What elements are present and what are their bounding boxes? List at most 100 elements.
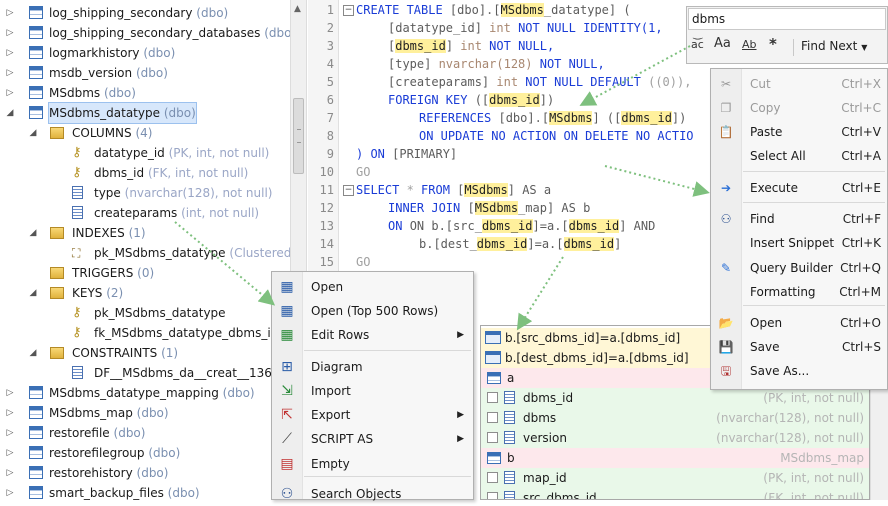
tree-item-label: fk_MSdbms_datatype_dbms_id	[94, 323, 278, 343]
line-number: 12	[319, 201, 334, 215]
tree-item-detail: (dbo)	[148, 446, 181, 460]
collapse-arrow-icon[interactable]: ◢	[28, 223, 38, 243]
line-number: 5	[326, 75, 334, 89]
menu-item-execute[interactable]: ➔ Execute Ctrl+E	[711, 176, 887, 200]
expand-arrow-icon[interactable]: ▷	[5, 63, 15, 83]
menu-item-query-builder[interactable]: ✎ Query Builder Ctrl+Q	[711, 256, 887, 280]
menu-item-shortcut: Ctrl+O	[840, 316, 881, 330]
table-alias: a	[507, 371, 515, 385]
column-checkbox[interactable]	[487, 432, 498, 443]
collapse-arrow-icon[interactable]: ◢	[28, 283, 38, 303]
join-table-header[interactable]: b MSdbms_map	[481, 448, 869, 468]
table-menu-open[interactable]: ▦ Open	[272, 275, 473, 299]
tree-item-label: pk_MSdbms_datatype	[94, 303, 226, 323]
tree-item-name: logmarkhistory	[49, 46, 140, 60]
column-checkbox[interactable]	[487, 392, 498, 403]
expand-arrow-icon[interactable]: ▷	[5, 463, 15, 483]
match-accents-icon[interactable]: a͝c	[691, 38, 704, 51]
find-next-button[interactable]: Find Next ▼	[801, 39, 867, 53]
menu-item-label: Formatting	[750, 285, 816, 299]
expand-arrow-icon[interactable]: ▷	[5, 83, 15, 103]
execute-icon: ➔	[720, 181, 732, 195]
line-number: 1	[326, 3, 334, 17]
menu-item-save-as[interactable]: 🖫 Save As...	[711, 359, 887, 383]
tree-item-label: MSdbms (dbo)	[49, 83, 136, 103]
expand-arrow-icon[interactable]: ▷	[5, 403, 15, 423]
code-line-15: GO	[356, 255, 371, 269]
table-icon	[29, 26, 43, 39]
whole-word-icon[interactable]: Ab	[742, 38, 757, 51]
menu-item-find[interactable]: ⚇ Find Ctrl+F	[711, 207, 887, 231]
find-input[interactable]: dbms	[688, 8, 886, 30]
collapse-arrow-icon[interactable]: ◢	[5, 103, 15, 123]
line-number: 3	[326, 39, 334, 53]
fold-toggle-icon[interactable]: −	[343, 5, 354, 16]
join-column-row[interactable]: dbms_id (PK, int, not null)	[481, 388, 869, 408]
fold-toggle-icon[interactable]: −	[343, 185, 354, 196]
tree-item-detail: (Clustered)	[229, 246, 290, 260]
menu-item-open[interactable]: 📂 Open Ctrl+O	[711, 311, 887, 335]
find-toolbar-divider	[793, 39, 794, 56]
line-number: 8	[326, 129, 334, 143]
expand-arrow-icon[interactable]: ▷	[5, 43, 15, 63]
find-panel: dbms a͝c Aa Ab * Find Next ▼	[686, 6, 888, 64]
regex-icon[interactable]: *	[769, 35, 777, 53]
menu-item-label: Edit Rows	[311, 328, 370, 342]
table-menu-diagram[interactable]: ⊞ Diagram	[272, 355, 473, 379]
tree-item-detail: (dbo)	[163, 106, 196, 120]
menu-item-label: Copy	[750, 101, 781, 115]
collapse-arrow-icon[interactable]: ◢	[28, 343, 38, 363]
menu-item-label: Save As...	[750, 364, 810, 378]
menu-item-label: Execute	[750, 181, 798, 195]
table-menu-script-as[interactable]: ⟋ SCRIPT AS ▶	[272, 427, 473, 451]
tree-item-detail: (dbo)	[196, 6, 229, 20]
tree-item-detail: (1)	[161, 346, 179, 360]
table-icon	[29, 106, 43, 119]
menu-item-insert-snippet[interactable]: Insert Snippet Ctrl+K	[711, 231, 887, 255]
menu-item-formatting[interactable]: Formatting Ctrl+M	[711, 280, 887, 304]
key-icon: ⚷	[72, 165, 82, 180]
column-checkbox[interactable]	[487, 492, 498, 499]
expand-arrow-icon[interactable]: ▷	[5, 443, 15, 463]
join-column-row[interactable]: map_id (PK, int, not null)	[481, 468, 869, 488]
empty-table-icon: ▤	[280, 456, 294, 472]
code-line-10: GO	[356, 165, 371, 179]
tree-item-label: TRIGGERS (0)	[72, 263, 154, 283]
join-column-row[interactable]: dbms (nvarchar(128), not null)	[481, 408, 869, 428]
expand-arrow-icon[interactable]: ▷	[5, 383, 15, 403]
tree-item-label: restorefilegroup (dbo)	[49, 443, 180, 463]
scrollbar-thumb[interactable]	[293, 98, 304, 174]
collapse-arrow-icon[interactable]: ◢	[28, 123, 38, 143]
column-checkbox[interactable]	[487, 412, 498, 423]
table-menu-empty[interactable]: ▤ Empty	[272, 452, 473, 476]
join-column-row[interactable]: version (nvarchar(128), not null)	[481, 428, 869, 448]
tree-item-label: logmarkhistory (dbo)	[49, 43, 175, 63]
menu-item-select-all[interactable]: Select All Ctrl+A	[711, 144, 887, 168]
tree-item-name: TRIGGERS	[72, 266, 134, 280]
scroll-up-icon[interactable]: ▲	[294, 4, 301, 14]
constraint-icon	[72, 366, 83, 379]
table-menu-export[interactable]: ⇱ Export ▶	[272, 403, 473, 427]
table-menu-edit-rows[interactable]: ▦ Edit Rows ▶	[272, 323, 473, 347]
expand-arrow-icon[interactable]: ▷	[5, 23, 15, 43]
match-case-icon[interactable]: Aa	[714, 36, 731, 51]
join-column-row[interactable]: src_dbms_id (FK, int, not null)	[481, 488, 869, 499]
column-checkbox[interactable]	[487, 472, 498, 483]
table-menu-search-objects[interactable]: ⚇ Search Objects	[272, 482, 473, 506]
table-menu-open-top-500-rows[interactable]: ▦ Open (Top 500 Rows)	[272, 299, 473, 323]
expand-arrow-icon[interactable]: ▷	[5, 423, 15, 443]
menu-item-copy[interactable]: ❐ Copy Ctrl+C	[711, 96, 887, 120]
table-menu-import[interactable]: ⇲ Import	[272, 379, 473, 403]
tree-item-label: dbms_id (FK, int, not null)	[94, 163, 248, 183]
tree-item-detail: (4)	[135, 126, 153, 140]
tree-item-name: dbms_id	[94, 166, 145, 180]
menu-item-save[interactable]: 💾 Save Ctrl+S	[711, 335, 887, 359]
menu-item-cut[interactable]: ✂ Cut Ctrl+X	[711, 72, 887, 96]
tree-item-name: log_shipping_secondary_databases	[49, 26, 261, 40]
column-name: version	[523, 431, 567, 445]
menu-item-paste[interactable]: 📋 Paste Ctrl+V	[711, 120, 887, 144]
expand-arrow-icon[interactable]: ▷	[5, 3, 15, 23]
expand-arrow-icon[interactable]: ▷	[5, 483, 15, 500]
tree-item-detail: (dbo)	[143, 46, 176, 60]
line-number: 7	[326, 111, 334, 125]
